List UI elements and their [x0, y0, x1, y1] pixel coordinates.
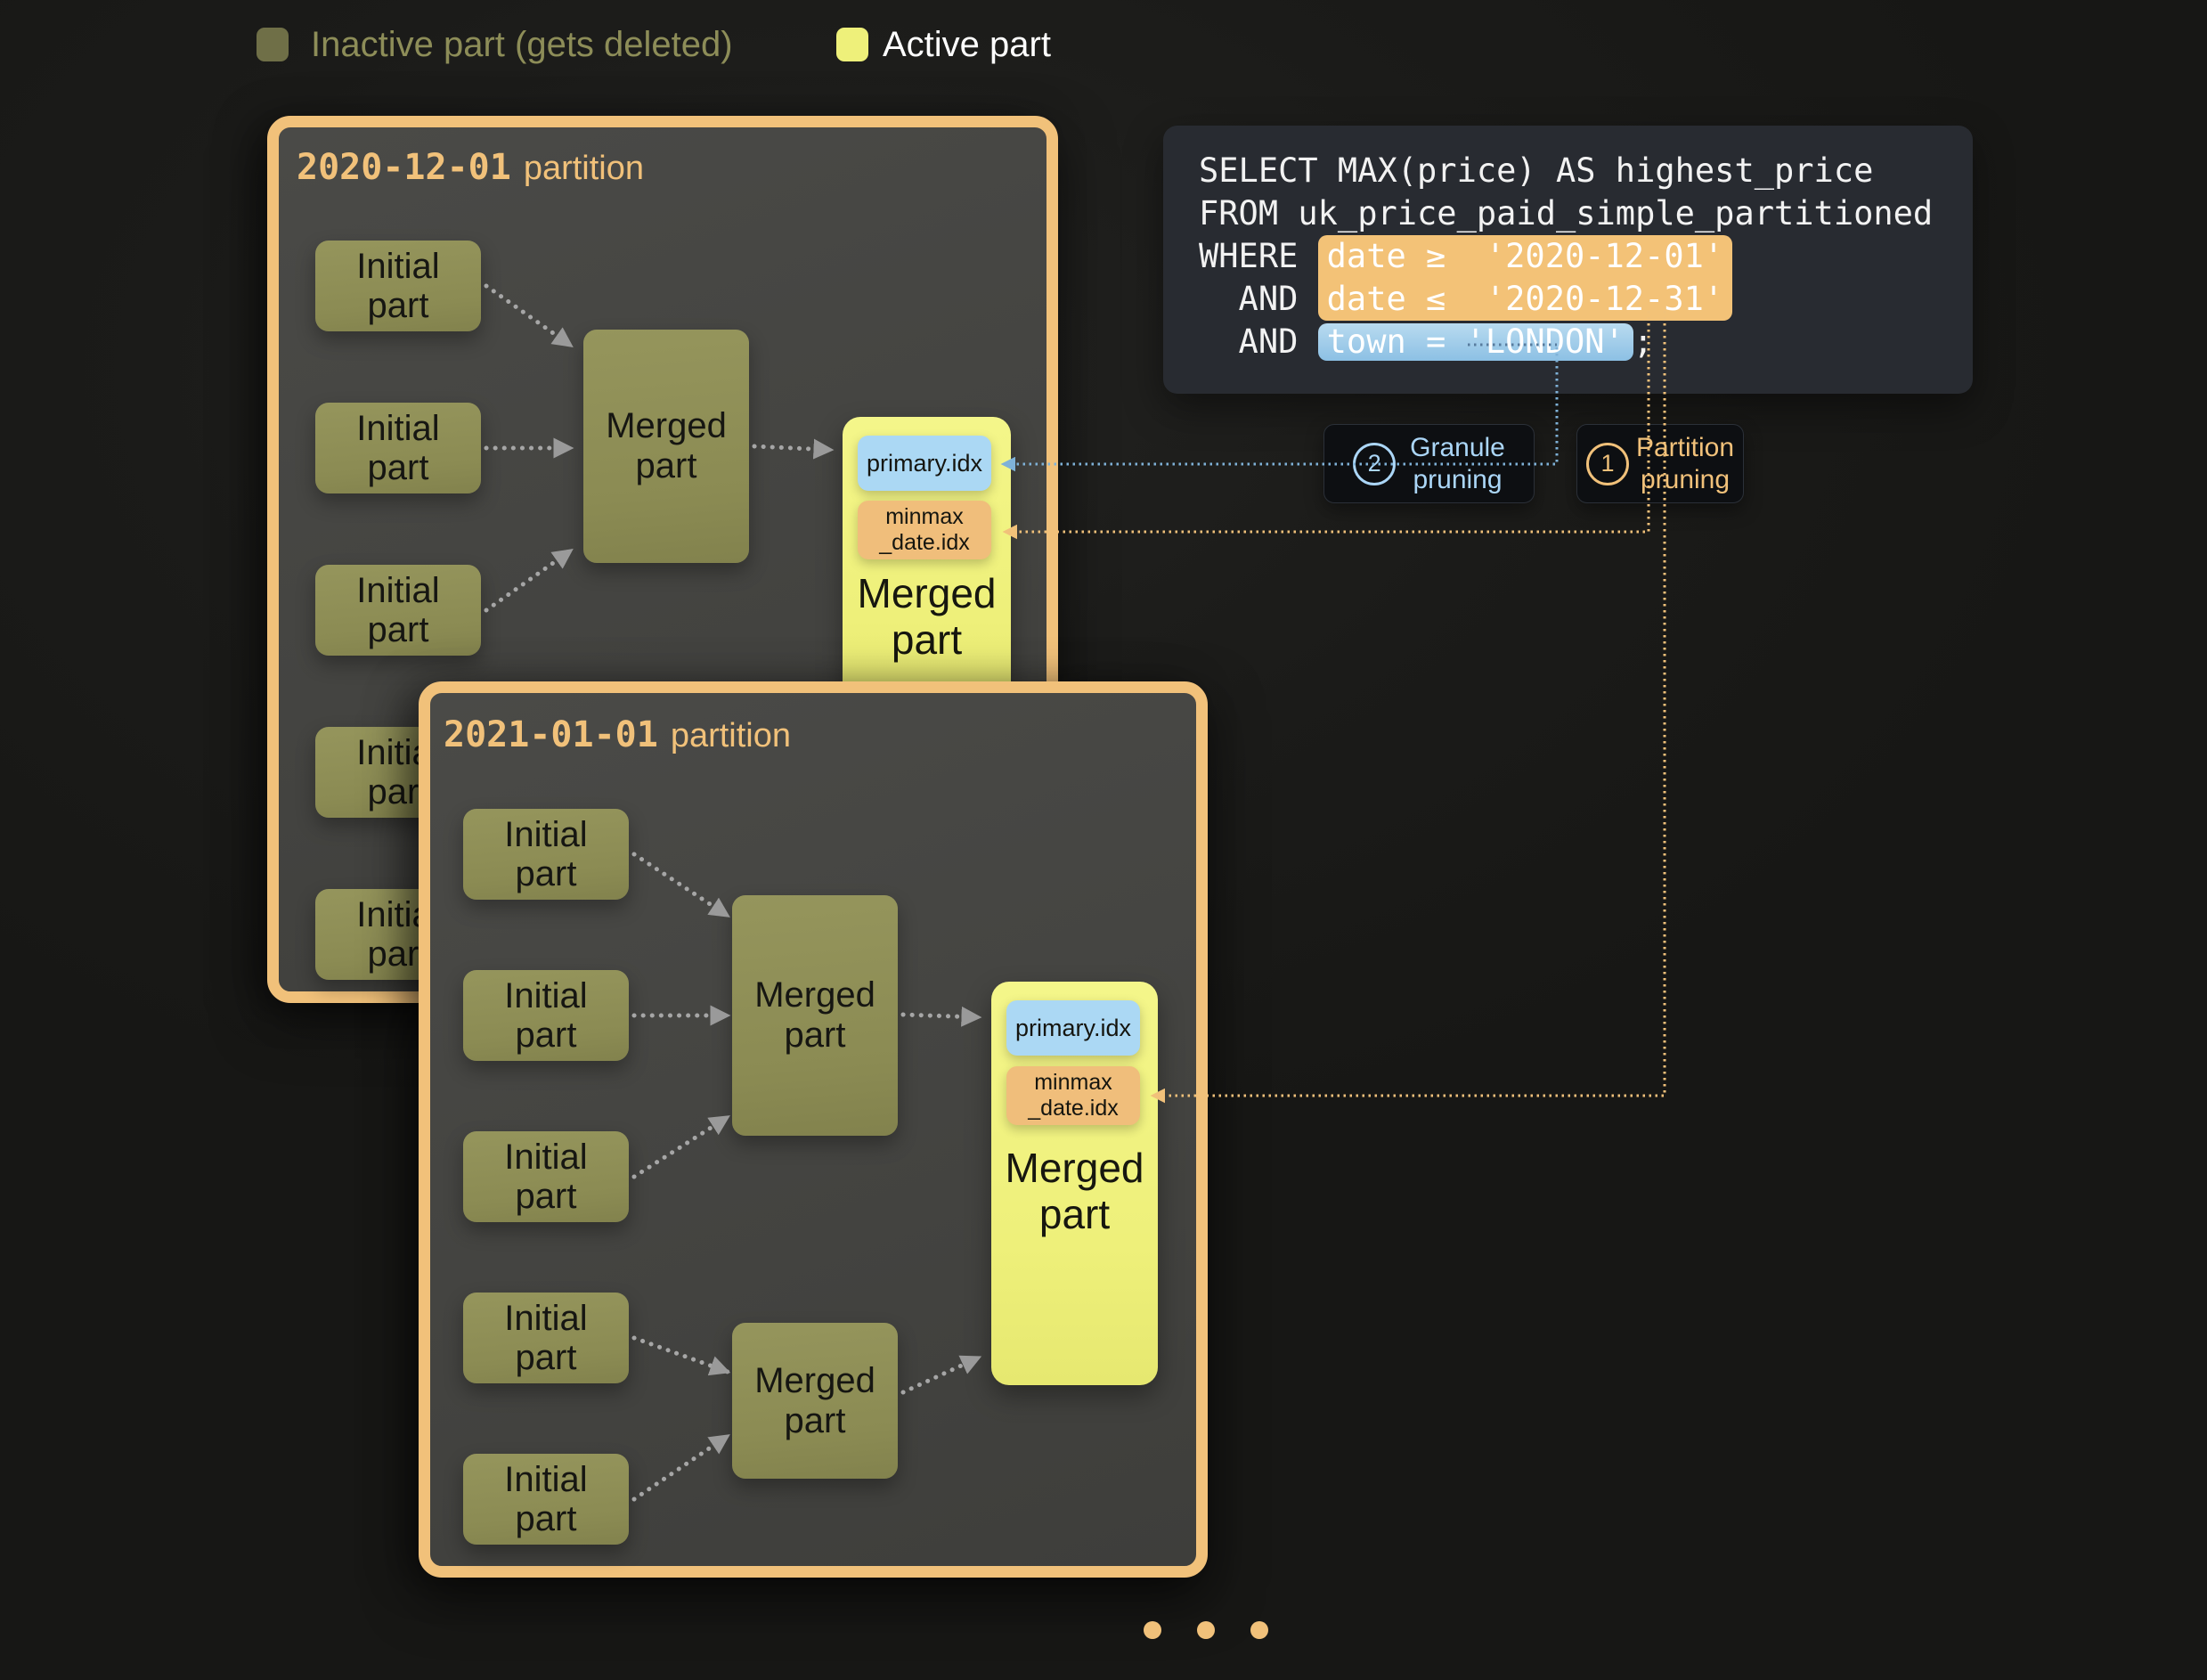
slide-canvas: 2020-12-01 partition Initial part Initia…: [0, 0, 2207, 1680]
sql-line-where: WHERE date ≥ '2020-12-01': [1199, 235, 1973, 278]
pagination-dot-2[interactable]: [1197, 1621, 1215, 1639]
partition-pruning-text: Partition pruning: [1636, 432, 1734, 496]
sql-keyword: AND: [1199, 322, 1318, 361]
granule-pruning-line1: Granule: [1410, 433, 1505, 462]
sql-line-and-date: AND date ≤ '2020-12-31': [1199, 278, 1973, 321]
sql-date-le-highlight: date ≤ '2020-12-31': [1318, 278, 1733, 321]
sql-keyword: WHERE: [1199, 237, 1318, 275]
sql-query-box: SELECT MAX(price) AS highest_price FROM …: [1163, 126, 1973, 394]
sql-town-highlight: town = 'LONDON': [1318, 323, 1633, 361]
ui-layer: Inactive part (gets deleted) Active part…: [0, 0, 2207, 1680]
partition-pruning-line2: pruning: [1641, 465, 1730, 494]
partition-pruning-label: 1 Partition pruning: [1576, 424, 1744, 503]
pagination-dot-3[interactable]: [1250, 1621, 1268, 1639]
legend-active-swatch: [836, 28, 868, 61]
granule-pruning-text: Granule pruning: [1410, 432, 1505, 496]
granule-pruning-label: 2 Granule pruning: [1323, 424, 1535, 503]
legend-inactive-swatch: [257, 28, 289, 61]
sql-line-from: FROM uk_price_paid_simple_partitioned: [1199, 192, 1973, 235]
partition-pruning-line1: Partition: [1636, 433, 1734, 462]
pagination-dot-1[interactable]: [1144, 1621, 1161, 1639]
legend-active-label: Active part: [883, 27, 1051, 62]
sql-semicolon: ;: [1633, 322, 1653, 361]
circled-2-icon: 2: [1353, 443, 1396, 485]
circled-1-icon: 1: [1586, 443, 1629, 485]
granule-pruning-line2: pruning: [1413, 465, 1502, 494]
sql-date-ge-highlight: date ≥ '2020-12-01': [1318, 235, 1733, 278]
sql-line-select: SELECT MAX(price) AS highest_price: [1199, 150, 1973, 192]
sql-keyword: AND: [1199, 280, 1318, 318]
legend-inactive-label: Inactive part (gets deleted): [311, 27, 733, 62]
sql-line-and-town: AND town = 'LONDON';: [1199, 321, 1973, 363]
